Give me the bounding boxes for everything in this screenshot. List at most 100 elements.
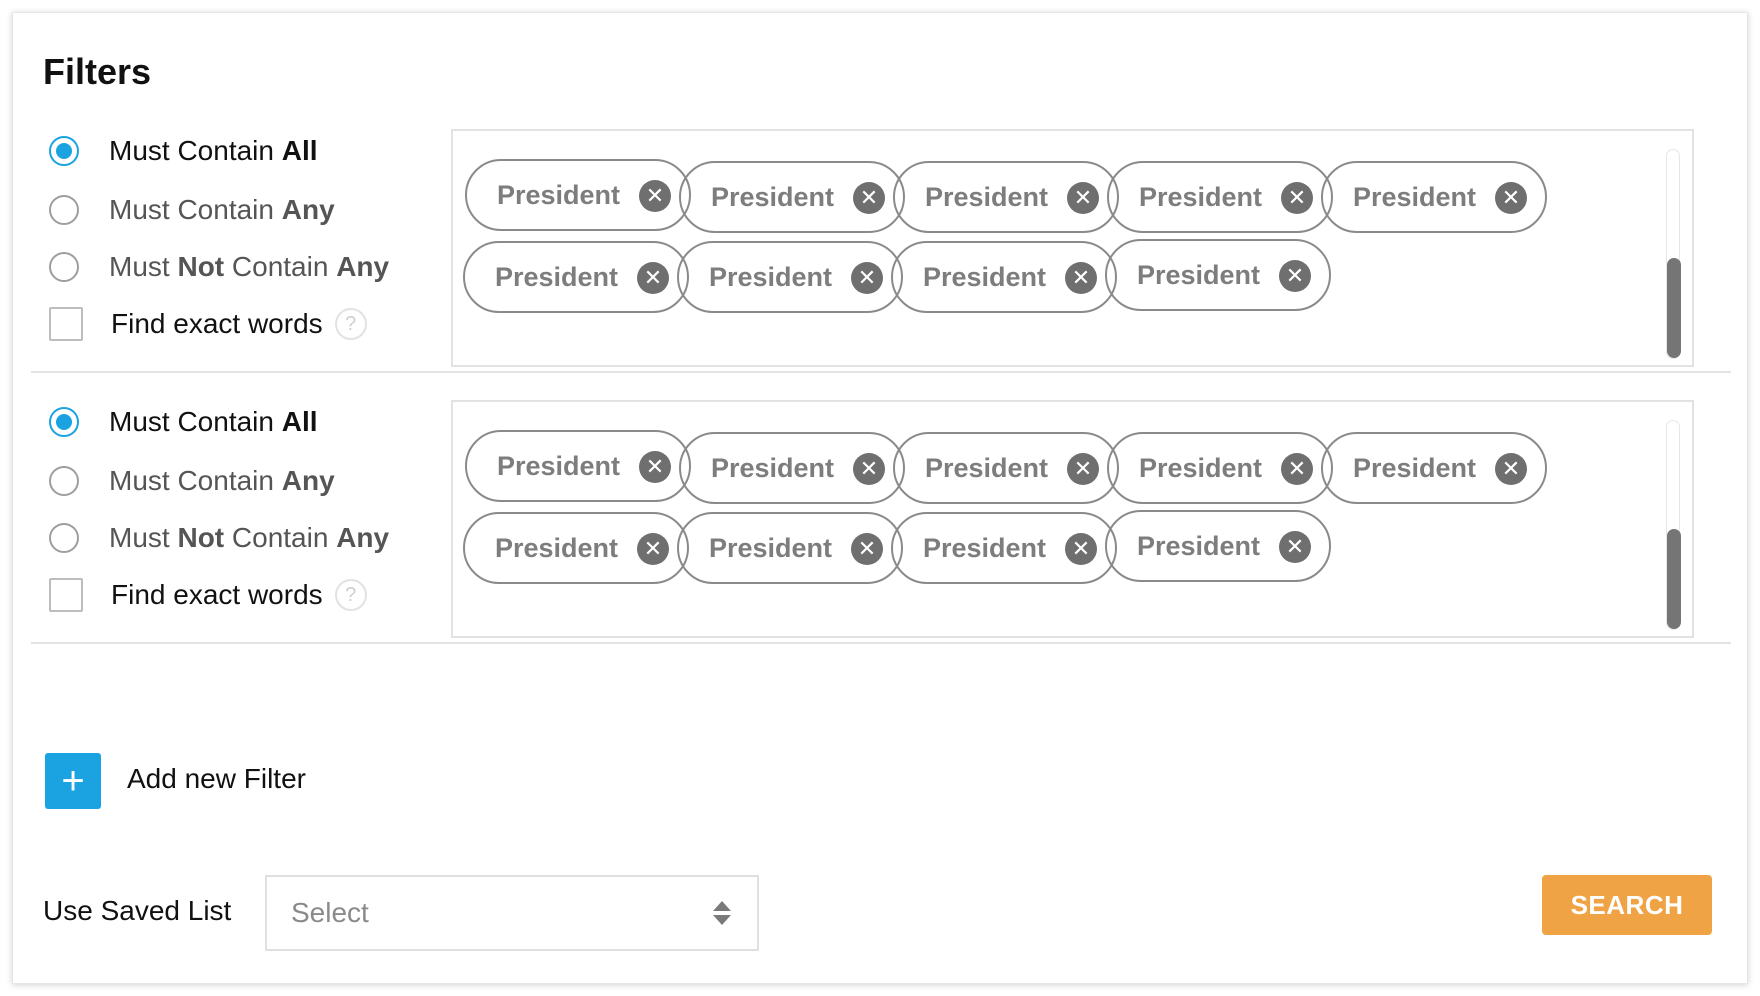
option-exact-words[interactable]: Find exact words ? [49,575,367,615]
filter-group-1: Must Contain All Must Contain Any Must N… [13,129,1749,429]
add-filter-label[interactable]: Add new Filter [127,763,306,795]
tag-chip: President ✕ [679,432,905,504]
tag-label: President [495,532,619,563]
tag-label: President [497,179,621,210]
close-circle-icon[interactable]: ✕ [851,262,883,294]
tag-label: President [1137,259,1261,290]
tag-label: President [1353,452,1477,483]
radio-contain-any[interactable] [49,466,79,496]
tag-chip: President ✕ [679,161,905,233]
saved-list-label: Use Saved List [43,895,232,926]
search-button[interactable]: SEARCH [1542,875,1712,935]
close-circle-icon[interactable]: ✕ [637,262,669,294]
tag-label: President [923,532,1047,563]
tag-label: President [1137,530,1261,561]
tag-chip: President ✕ [677,241,903,313]
close-circle-icon[interactable]: ✕ [1279,531,1311,563]
tag-label: President [709,261,833,292]
tag-chip: President ✕ [891,241,1117,313]
radio-not-contain-any[interactable] [49,252,79,282]
saved-list-select[interactable]: Select [265,875,759,951]
tag-label: President [1353,181,1477,212]
exact-words-label: Find exact words [111,308,323,339]
scrollbar[interactable] [1666,149,1681,359]
tag-chip: President ✕ [1105,239,1331,311]
option-contain-all[interactable]: Must Contain All [49,131,318,171]
option-label: Must Not Contain Any [109,522,390,553]
tag-chip: President ✕ [1105,510,1331,582]
close-circle-icon[interactable]: ✕ [1495,453,1527,485]
close-circle-icon[interactable]: ✕ [639,180,671,212]
filters-panel: Filters Must Contain All Must Contain An… [12,12,1748,984]
tag-label: President [1139,452,1263,483]
scrollbar[interactable] [1666,420,1681,630]
tag-label: President [495,261,619,292]
tag-chip: President ✕ [1321,161,1547,233]
tag-label: President [925,181,1049,212]
tag-label: President [709,532,833,563]
option-label: Must Contain Any [109,194,335,225]
add-filter-button[interactable]: + [45,753,101,809]
close-circle-icon[interactable]: ✕ [639,451,671,483]
scrollbar-thumb[interactable] [1667,529,1681,629]
option-label: Must Not Contain Any [109,251,390,282]
option-label: Must Contain All [109,135,318,166]
tag-chip: President ✕ [1321,432,1547,504]
close-circle-icon[interactable]: ✕ [1281,182,1313,214]
scrollbar-thumb[interactable] [1667,258,1681,358]
option-contain-all[interactable]: Must Contain All [49,402,318,442]
close-circle-icon[interactable]: ✕ [1495,182,1527,214]
close-circle-icon[interactable]: ✕ [851,533,883,565]
tag-chip: President ✕ [891,512,1117,584]
tag-chip: President ✕ [893,161,1119,233]
tag-chip: President ✕ [893,432,1119,504]
radio-contain-all[interactable] [49,136,79,166]
close-circle-icon[interactable]: ✕ [1279,260,1311,292]
tag-label: President [711,181,835,212]
radio-contain-all[interactable] [49,407,79,437]
option-exact-words[interactable]: Find exact words ? [49,304,367,344]
close-circle-icon[interactable]: ✕ [1067,182,1099,214]
option-contain-any[interactable]: Must Contain Any [49,461,335,501]
divider [31,371,1731,373]
exact-words-label: Find exact words [111,579,323,610]
panel-title: Filters [43,51,152,92]
select-placeholder: Select [291,897,369,928]
tag-chip: President ✕ [463,241,689,313]
close-circle-icon[interactable]: ✕ [1067,453,1099,485]
filter-group-2: Must Contain All Must Contain Any Must N… [13,400,1749,700]
option-not-contain-any[interactable]: Must Not Contain Any [49,247,389,287]
tag-chip: President ✕ [465,159,691,231]
option-contain-any[interactable]: Must Contain Any [49,190,335,230]
option-label: Must Contain All [109,406,318,437]
radio-not-contain-any[interactable] [49,523,79,553]
option-label: Must Contain Any [109,465,335,496]
tag-label: President [1139,181,1263,212]
close-circle-icon[interactable]: ✕ [1281,453,1313,485]
tag-container: President ✕ President ✕ President ✕ Preside… [451,129,1694,367]
option-not-contain-any[interactable]: Must Not Contain Any [49,518,389,558]
close-circle-icon[interactable]: ✕ [637,533,669,565]
question-icon[interactable]: ? [334,579,367,611]
exact-words-checkbox[interactable] [49,578,83,612]
tag-chip: President ✕ [1107,432,1333,504]
tag-chip: President ✕ [465,430,691,502]
plus-icon: + [61,759,85,803]
divider [31,642,1731,644]
tag-label: President [497,450,621,481]
tag-chip: President ✕ [1107,161,1333,233]
radio-contain-any[interactable] [49,195,79,225]
tag-chip: President ✕ [463,512,689,584]
exact-words-checkbox[interactable] [49,307,83,341]
tag-label: President [923,261,1047,292]
tag-label: President [711,452,835,483]
tag-container: President ✕ President ✕ President ✕ Preside… [451,400,1694,638]
sort-arrows-icon [713,901,731,927]
close-circle-icon[interactable]: ✕ [853,453,885,485]
tag-label: President [925,452,1049,483]
tag-chip: President ✕ [677,512,903,584]
question-icon[interactable]: ? [334,308,367,340]
close-circle-icon[interactable]: ✕ [1065,533,1097,565]
close-circle-icon[interactable]: ✕ [853,182,885,214]
close-circle-icon[interactable]: ✕ [1065,262,1097,294]
